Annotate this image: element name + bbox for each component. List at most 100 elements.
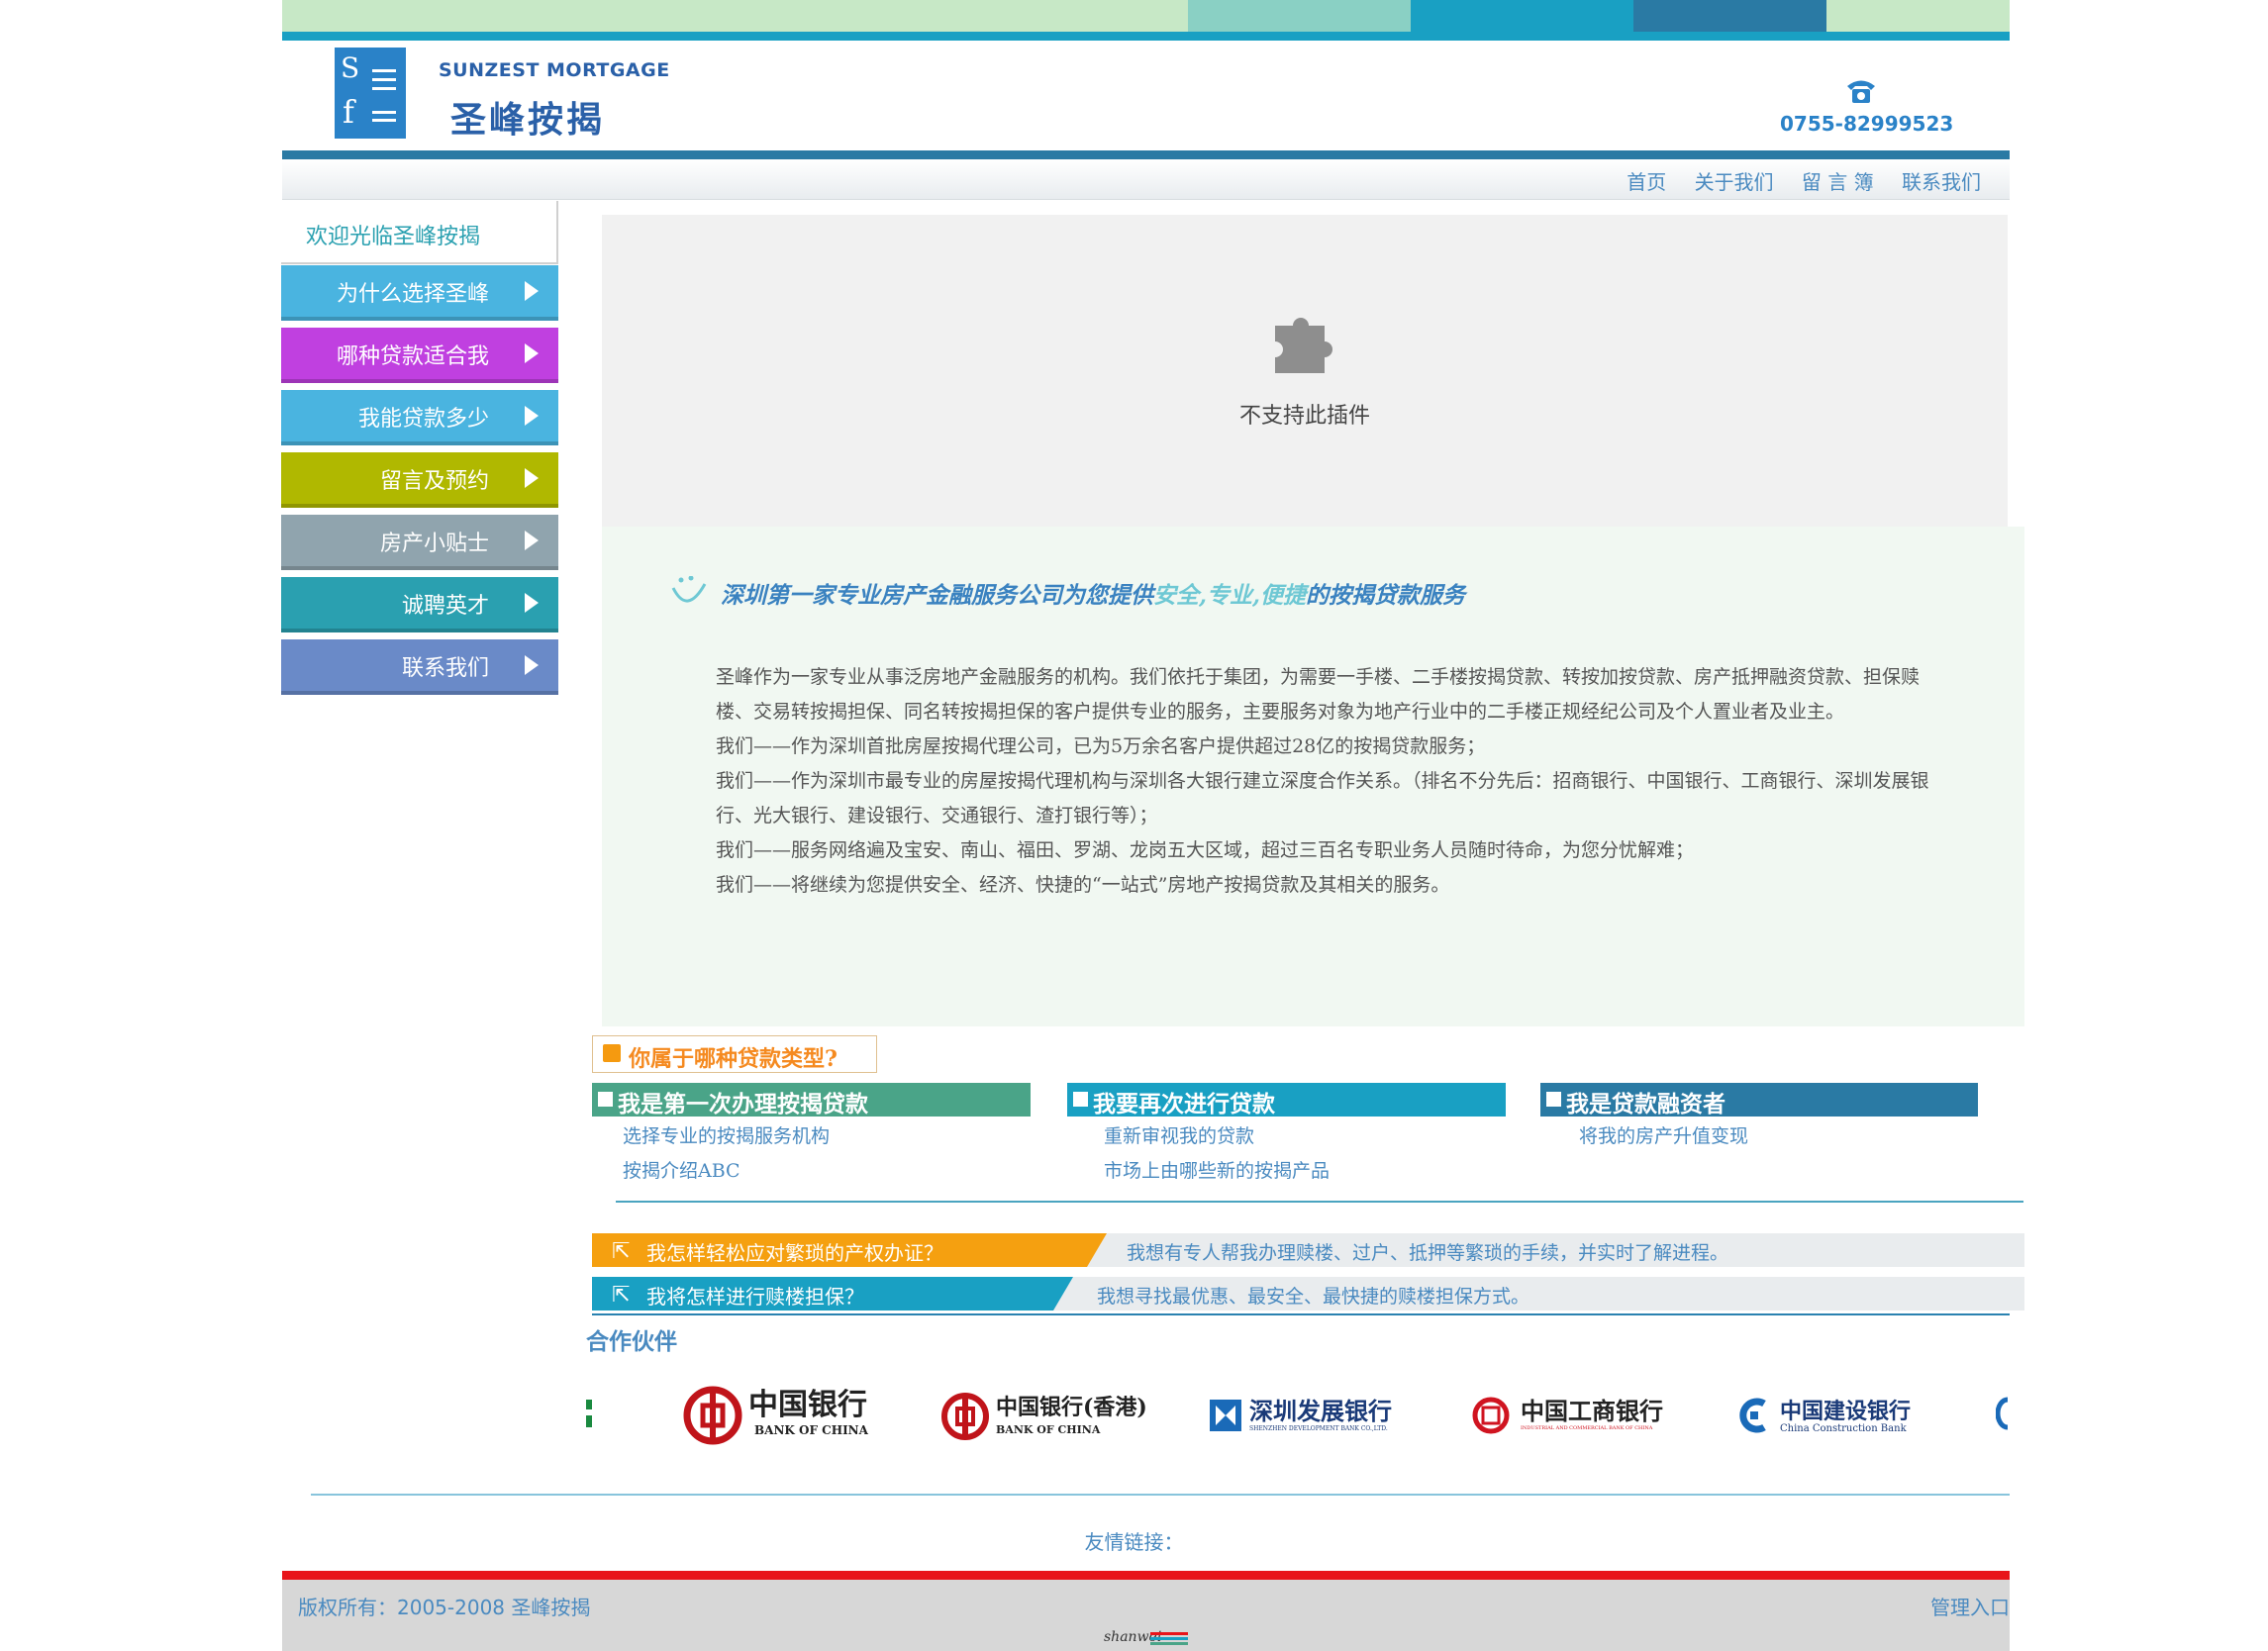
- banner-tab: ⇱ 我将怎样进行赎楼担保？: [592, 1277, 1073, 1311]
- credit-logo-icon: [1150, 1632, 1188, 1647]
- sdb-icon: [1210, 1400, 1241, 1431]
- top-color-strip: [282, 0, 2010, 32]
- loan-type-heading: 你属于哪种贷款类型?: [592, 1035, 877, 1073]
- link-choose-agency[interactable]: 选择专业的按揭服务机构: [623, 1121, 830, 1148]
- bank-of-china-icon: [683, 1386, 742, 1445]
- top-nav: 首页 关于我们 留 言 簿 联系我们: [1605, 166, 1981, 195]
- square-bullet-icon: [1073, 1092, 1088, 1107]
- square-bullet-icon: [598, 1092, 613, 1107]
- intro-title-highlight: 安全,专业,便捷: [1153, 582, 1307, 609]
- loan-type-heading-text: 你属于哪种贷款类型?: [629, 1046, 838, 1072]
- intro-title-a: 深圳第一家专业房产金融服务公司为您提供: [721, 582, 1153, 609]
- intro-title-b: 的按揭贷款服务: [1306, 582, 1466, 609]
- intro-paragraph: 我们——将继续为您提供安全、经济、快捷的“一站式”房地产按揭贷款及其相关的服务。: [716, 874, 1450, 896]
- square-bullet-icon: [1546, 1092, 1561, 1107]
- category-title: 我要再次进行贷款: [1093, 1091, 1275, 1117]
- category-title: 我是贷款融资者: [1566, 1091, 1726, 1117]
- phone-icon: [1847, 80, 1875, 103]
- sidebar-item-which-loan[interactable]: 哪种贷款适合我: [281, 328, 558, 383]
- logo-lines-icon: [372, 69, 396, 96]
- sidebar-item-label: 哪种贷款适合我: [336, 344, 489, 369]
- category-financing[interactable]: 我是贷款融资者: [1540, 1083, 1978, 1117]
- arrow-right-icon: [525, 406, 539, 426]
- page: S f SUNZEST MORTGAGE 圣峰按揭 0755-82999523 …: [0, 0, 2268, 1651]
- category-first-time[interactable]: 我是第一次办理按揭贷款: [592, 1083, 1031, 1117]
- partner-name-en: SHENZHEN DEVELOPMENT BANK CO.,LTD.: [1249, 1425, 1388, 1432]
- partner-logo-bank-of-china[interactable]: 中国银行 BANK OF CHINA: [683, 1376, 881, 1455]
- ccb-icon: [1739, 1398, 1766, 1433]
- link-review-loan[interactable]: 重新审视我的贷款: [1104, 1121, 1254, 1148]
- banner-title-deed[interactable]: ⇱ 我怎样轻松应对繁琐的产权办证？ 我想有专人帮我办理赎楼、过户、抵押等繁琐的手…: [592, 1233, 2024, 1267]
- sidebar-item-careers[interactable]: 诚聘英才: [281, 577, 558, 632]
- arrow-right-icon: [525, 531, 539, 550]
- category-refinance[interactable]: 我要再次进行贷款: [1067, 1083, 1506, 1117]
- partner-name-en: INDUSTRIAL AND COMMERCIAL BANK OF CHINA: [1521, 1425, 1653, 1431]
- arrow-right-icon: [525, 468, 539, 488]
- link-property-cash-out[interactable]: 将我的房产升值变现: [1579, 1121, 1748, 1148]
- partner-name-cn: 中国银行: [748, 1388, 867, 1422]
- logo[interactable]: S f: [335, 48, 406, 139]
- friend-links-label: 友情链接：: [1084, 1530, 1184, 1554]
- section-divider: [592, 1313, 2010, 1315]
- partner-name-en: BANK OF CHINA: [996, 1423, 1101, 1436]
- banner-title: 我怎样轻松应对繁琐的产权办证？: [646, 1241, 943, 1265]
- category-title: 我是第一次办理按揭贷款: [618, 1091, 868, 1117]
- sidebar-item-message-booking[interactable]: 留言及预约: [281, 452, 558, 508]
- partner-logo-icbc[interactable]: 中国工商银行 INDUSTRIAL AND COMMERCIAL BANK OF…: [1471, 1376, 1689, 1455]
- banner-desc: 我想有专人帮我办理赎楼、过户、抵押等繁琐的手续，并实时了解进程。: [1127, 1242, 1729, 1264]
- plugin-placeholder[interactable]: 不支持此插件: [602, 215, 2008, 527]
- link-mortgage-abc[interactable]: 按揭介绍ABC: [623, 1156, 740, 1183]
- partner-name-cn: 深圳发展银行: [1249, 1397, 1392, 1425]
- intro-panel: 深圳第一家专业房产金融服务公司为您提供安全,专业,便捷的按揭贷款服务 圣峰作为一…: [602, 527, 2024, 1026]
- banner-title: 我将怎样进行赎楼担保？: [646, 1285, 864, 1309]
- partners-logo-strip: 中国银行 BANK OF CHINA 中国银行(香港) BANK OF CHIN…: [584, 1376, 2010, 1455]
- nav-about[interactable]: 关于我们: [1695, 170, 1774, 194]
- sidebar-item-label: 我能贷款多少: [357, 407, 489, 432]
- arrow-up-left-icon: ⇱: [612, 1283, 631, 1308]
- admin-entry-link[interactable]: 管理入口: [1930, 1592, 2010, 1620]
- partner-name-cn: 中国建设银行: [1780, 1399, 1912, 1424]
- icbc-icon: [1472, 1397, 1510, 1434]
- logo-letter-f: f: [343, 93, 354, 131]
- puzzle-piece-icon: [1275, 318, 1332, 373]
- sidebar-welcome: 欢迎光临圣峰按揭: [281, 201, 558, 264]
- sidebar-item-property-tips[interactable]: 房产小贴士: [281, 515, 558, 570]
- arrow-right-icon: [525, 281, 539, 301]
- arrow-up-left-icon: ⇱: [612, 1239, 631, 1264]
- intro-title: 深圳第一家专业房产金融服务公司为您提供安全,专业,便捷的按揭贷款服务: [721, 576, 1465, 610]
- copyright-company: 圣峰按揭: [511, 1596, 591, 1619]
- partner-logo-ccb[interactable]: 中国建设银行 China Construction Bank: [1734, 1376, 1952, 1455]
- nav-contact[interactable]: 联系我们: [1902, 170, 1981, 194]
- sidebar-item-label: 为什么选择圣峰: [336, 282, 489, 307]
- sidebar-item-how-much[interactable]: 我能贷款多少: [281, 390, 558, 445]
- intro-paragraph: 我们——作为深圳首批房屋按揭代理公司，已为5万余名客户提供超过28亿的按揭贷款服…: [716, 735, 1486, 757]
- partner-name-en: BANK OF CHINA: [754, 1423, 868, 1437]
- arrow-right-icon: [525, 593, 539, 613]
- bank-of-china-icon: [941, 1393, 989, 1440]
- nav-home[interactable]: 首页: [1627, 170, 1666, 194]
- sidebar-item-why-sunzest[interactable]: 为什么选择圣峰: [281, 265, 558, 321]
- sidebar-item-label: 诚聘英才: [401, 594, 489, 619]
- partial-logo-icon: [586, 1400, 592, 1427]
- banner-redemption-guarantee[interactable]: ⇱ 我将怎样进行赎楼担保？ 我想寻找最优惠、最安全、最快捷的赎楼担保方式。: [592, 1277, 2024, 1311]
- arrow-right-icon: [525, 343, 539, 363]
- header-divider: [282, 150, 2010, 159]
- nav-guestbook[interactable]: 留 言 簿: [1802, 170, 1874, 194]
- arrow-right-icon: [525, 655, 539, 675]
- banner-desc: 我想寻找最优惠、最安全、最快捷的赎楼担保方式。: [1097, 1286, 1530, 1308]
- sidebar-welcome-text: 欢迎光临圣峰按揭: [306, 225, 481, 249]
- intro-paragraph: 我们——作为深圳市最专业的房屋按揭代理机构与深圳各大银行建立深度合作关系。（排名…: [716, 770, 1929, 826]
- phone-number: 0755-82999523: [1780, 112, 1954, 136]
- section-divider: [616, 1201, 2023, 1203]
- link-new-products[interactable]: 市场上由哪些新的按揭产品: [1104, 1156, 1330, 1183]
- partner-logo-shenzhen-development-bank[interactable]: 深圳发展银行 SHENZHEN DEVELOPMENT BANK CO.,LTD…: [1210, 1376, 1408, 1455]
- sidebar-item-contact[interactable]: 联系我们: [281, 639, 558, 695]
- logo-letter-s: S: [341, 51, 360, 84]
- partners-title: 合作伙伴: [586, 1328, 677, 1355]
- partner-logo-bank-of-china-hk[interactable]: 中国银行(香港) BANK OF CHINA: [940, 1376, 1158, 1455]
- partner-name-cn: 中国银行(香港): [996, 1395, 1147, 1420]
- intro-paragraph: 圣峰作为一家专业从事泛房地产金融服务的机构。我们依托于集团，为需要一手楼、二手楼…: [716, 666, 1921, 723]
- sidebar-item-label: 留言及预约: [379, 469, 489, 494]
- top-line: [282, 32, 2010, 41]
- footer-red-line: [282, 1571, 2010, 1580]
